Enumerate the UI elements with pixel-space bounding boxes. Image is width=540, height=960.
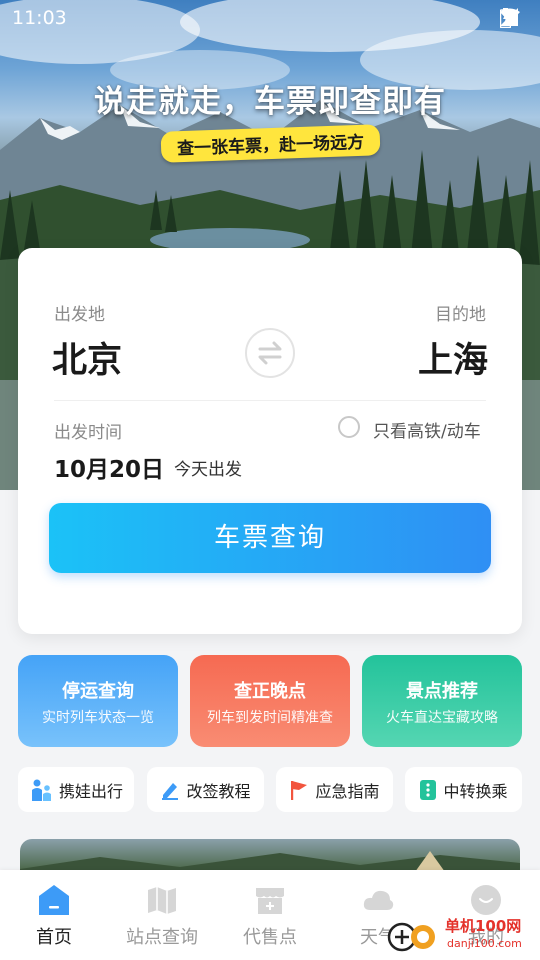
chip-label: 携娃出行 bbox=[58, 781, 123, 801]
divider bbox=[54, 400, 486, 401]
cloud-icon bbox=[363, 890, 394, 910]
feature-title: 停运查询 bbox=[62, 681, 134, 702]
feature-suspension-query[interactable]: 停运查询 实时列车状态一览 bbox=[18, 655, 178, 747]
family-icon bbox=[31, 779, 51, 801]
watermark-url: danji100.com bbox=[447, 937, 522, 950]
date-label: 出发时间 bbox=[54, 423, 122, 443]
feature-title: 景点推荐 bbox=[406, 681, 478, 702]
chip-travel-with-kids[interactable]: 携娃出行 bbox=[18, 767, 134, 812]
home-icon bbox=[39, 885, 69, 915]
swap-cities-button[interactable] bbox=[245, 328, 295, 378]
tab-home[interactable]: 首页 bbox=[0, 870, 108, 960]
hero-subline: 查一张车票，赴一场远方 bbox=[160, 124, 380, 163]
feature-title: 查正晚点 bbox=[234, 681, 306, 702]
tab-label: 站点查询 bbox=[126, 927, 198, 948]
feature-subtitle: 实时列车状态一览 bbox=[42, 710, 154, 726]
ticket-query-button[interactable]: 车票查询 bbox=[49, 503, 491, 573]
feature-delay-query[interactable]: 查正晚点 列车到发时间精准查 bbox=[190, 655, 350, 747]
feature-subtitle: 火车直达宝藏攻略 bbox=[386, 710, 498, 726]
chip-label: 应急指南 bbox=[315, 781, 380, 801]
profile-icon bbox=[471, 885, 501, 915]
hero-headline: 说走就走，车票即查即有 bbox=[94, 84, 446, 120]
battery-icon bbox=[500, 8, 511, 28]
chip-label: 中转换乘 bbox=[443, 781, 508, 801]
chip-rebooking-guide[interactable]: 改签教程 bbox=[147, 767, 264, 812]
departure-date[interactable]: 10月20日 bbox=[54, 450, 164, 484]
tab-label: 代售点 bbox=[243, 927, 297, 948]
ticket-search-card: 出发地 北京 目的地 上海 出发时间 10月20日 今天出发 只看高铁/动车 车… bbox=[18, 248, 522, 634]
chip-label: 改签教程 bbox=[186, 781, 251, 801]
transfer-icon bbox=[420, 779, 437, 800]
to-city[interactable]: 上海 bbox=[418, 332, 488, 383]
status-bar: 11:03 bbox=[0, 0, 540, 36]
pencil-icon bbox=[162, 782, 179, 800]
chip-emergency-guide[interactable]: 应急指南 bbox=[276, 767, 393, 812]
watermark-site-name: 单机100网 bbox=[445, 917, 522, 935]
status-time: 11:03 bbox=[12, 7, 67, 29]
from-label: 出发地 bbox=[54, 305, 105, 325]
swap-icon bbox=[258, 341, 282, 365]
to-label: 目的地 bbox=[435, 305, 486, 325]
map-icon bbox=[148, 887, 176, 914]
feature-subtitle: 列车到发时间精准查 bbox=[207, 710, 333, 726]
flag-icon bbox=[291, 780, 308, 800]
tab-station-query[interactable]: 站点查询 bbox=[108, 870, 216, 960]
shop-icon bbox=[256, 888, 284, 914]
from-city[interactable]: 北京 bbox=[52, 332, 122, 383]
site-watermark: 单机100网 danji100.com bbox=[387, 913, 532, 957]
tab-ticket-agency[interactable]: 代售点 bbox=[216, 870, 324, 960]
high-speed-only-label[interactable]: 只看高铁/动车 bbox=[373, 417, 481, 442]
feature-attractions[interactable]: 景点推荐 火车直达宝藏攻略 bbox=[362, 655, 522, 747]
chip-transfer[interactable]: 中转换乘 bbox=[405, 767, 522, 812]
high-speed-only-radio[interactable] bbox=[338, 416, 360, 438]
tab-label: 首页 bbox=[36, 927, 72, 948]
date-hint: 今天出发 bbox=[174, 460, 242, 480]
